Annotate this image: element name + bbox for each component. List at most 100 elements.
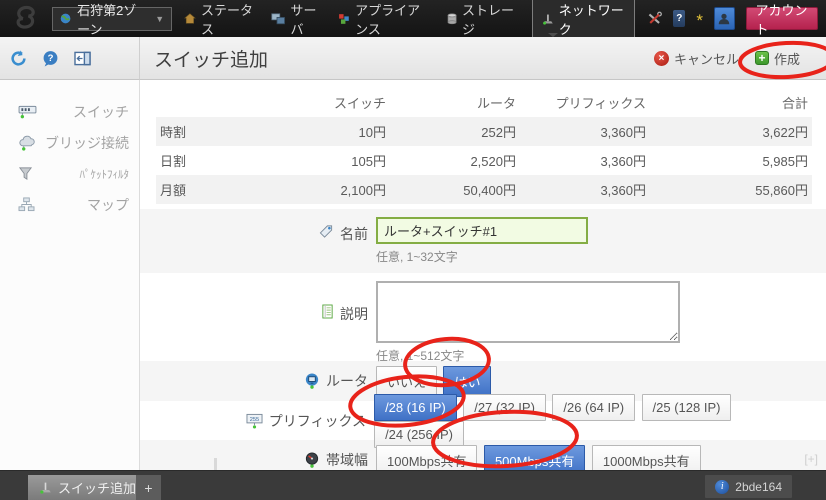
pricing-cell: 3,360円 [520, 117, 650, 146]
account-button[interactable]: アカウント [746, 7, 818, 30]
cancel-icon: × [654, 51, 669, 66]
home-icon [184, 12, 196, 25]
nav-appliance[interactable]: アプライアンス [338, 0, 432, 38]
pricing-col-header: ルータ [390, 88, 520, 117]
sidebar-item-bridge[interactable]: ブリッジ接続 [0, 127, 139, 158]
collapse-panel-icon[interactable] [74, 51, 91, 66]
sidebar-item-label: ﾊﾟｹｯﾄﾌｨﾙﾀ [80, 166, 130, 182]
prefix-option-24[interactable]: /24 (256 IP) [374, 421, 464, 448]
router-icon [304, 373, 320, 389]
router-option-no[interactable]: いいえ [376, 366, 437, 397]
nav-label: ネットワーク [559, 0, 625, 38]
tag-icon [318, 224, 334, 239]
refresh-icon[interactable] [10, 50, 27, 67]
chevron-down-icon: ▼ [155, 14, 164, 24]
name-label: 名前 [340, 224, 368, 244]
new-tab-button[interactable]: + [136, 475, 161, 500]
speedometer-icon [304, 452, 320, 468]
prefix-option-25[interactable]: /25 (128 IP) [642, 394, 732, 421]
pricing-cell: 252円 [390, 117, 520, 146]
router-label: ルータ [326, 371, 368, 391]
pricing-col-header: 合計 [650, 88, 812, 117]
name-input[interactable] [376, 217, 588, 244]
router-label-group: ルータ [140, 371, 368, 391]
description-label-group: 説明 [140, 273, 368, 361]
scrollbar-nub[interactable] [214, 458, 217, 470]
tools-icon[interactable] [647, 10, 662, 27]
pricing-cell: 10円 [266, 117, 390, 146]
bridge-cloud-icon [18, 135, 37, 151]
appliance-blocks-icon [338, 12, 350, 26]
account-label: アカウント [756, 0, 808, 38]
nav-label: サーバ [290, 0, 323, 38]
prefix-option-27[interactable]: /27 (32 IP) [463, 394, 546, 421]
sakura-cloud-logo[interactable] [8, 5, 40, 32]
network-antenna-icon [542, 12, 554, 26]
prefix-label-group: 255 プリフィックス [140, 411, 366, 431]
star-icon: * [696, 16, 703, 26]
taskbar-tab-label: スイッチ追加 [58, 478, 136, 497]
bandwidth-label-group: 帯域幅 [140, 450, 368, 470]
server-icon [271, 12, 285, 26]
form-row-name: 名前 任意, 1~32文字 [140, 209, 826, 273]
expand-label[interactable]: [+] [804, 452, 818, 466]
switch-icon [18, 104, 37, 119]
nav-status[interactable]: ステータス [184, 0, 256, 38]
sidebar-item-label: スイッチ [73, 102, 129, 122]
page-header: スイッチ追加 × キャンセル + 作成 [140, 37, 826, 80]
description-textarea[interactable] [376, 281, 680, 343]
header-actions: × キャンセル + 作成 [654, 49, 812, 68]
sakura-cloud-logo-icon [8, 5, 40, 32]
pricing-cell: 50,400円 [390, 175, 520, 204]
sitemap-icon [18, 197, 35, 212]
sidebar-item-switch[interactable]: スイッチ [0, 96, 139, 127]
build-info-badge[interactable]: i 2bde164 [705, 475, 792, 498]
sidebar-item-packet-filter[interactable]: ﾊﾟｹｯﾄﾌｨﾙﾀ [0, 158, 139, 189]
prefix-option-28[interactable]: /28 (16 IP) [374, 394, 457, 421]
info-icon: i [715, 480, 729, 494]
pricing-row-label: 月額 [156, 175, 266, 204]
cancel-glyph: × [659, 53, 665, 64]
sidebar-item-map[interactable]: マップ [0, 189, 139, 220]
description-hint: 任意, 1~512文字 [376, 347, 680, 364]
bottom-taskbar: スイッチ追加 + i 2bde164 [0, 470, 826, 500]
pricing-row-label: 時割 [156, 117, 266, 146]
prefix-screen-icon: 255 [246, 413, 263, 429]
pricing-header-row: スイッチ ルータ プリフィックス 合計 [156, 88, 812, 117]
sidebar: スイッチ ブリッジ接続 ﾊﾟｹｯﾄﾌｨﾙﾀ マップ [0, 80, 140, 470]
create-button[interactable]: + 作成 [755, 49, 800, 68]
pricing-cell: 2,520円 [390, 146, 520, 175]
person-icon [717, 12, 731, 26]
sidebar-toolbar: ? [0, 37, 140, 80]
filter-funnel-icon [18, 166, 33, 181]
pricing-row-daily: 日割 105円 2,520円 3,360円 5,985円 [156, 146, 812, 175]
help-glyph: ? [676, 13, 682, 24]
nav-storage[interactable]: ストレージ [447, 0, 517, 38]
cancel-label: キャンセル [674, 49, 739, 68]
main-content: スイッチ ルータ プリフィックス 合計 時割 10円 252円 3,360円 3… [140, 80, 826, 470]
user-button[interactable] [714, 7, 735, 30]
pricing-cell: 3,360円 [520, 146, 650, 175]
zone-label: 石狩第2ゾーン [77, 0, 149, 38]
zone-selector[interactable]: 石狩第2ゾーン ▼ [52, 7, 172, 31]
bandwidth-label: 帯域幅 [326, 450, 368, 470]
pricing-col-header: スイッチ [266, 88, 390, 117]
prefix-option-26[interactable]: /26 (64 IP) [552, 394, 635, 421]
pricing-row-hourly: 時割 10円 252円 3,360円 3,622円 [156, 117, 812, 146]
description-control: 任意, 1~512文字 [376, 273, 680, 361]
cancel-button[interactable]: × キャンセル [654, 49, 739, 68]
page-title: スイッチ追加 [154, 45, 268, 72]
nav-label: アプライアンス [355, 0, 432, 38]
pricing-cell: 3,622円 [650, 117, 812, 146]
name-hint: 任意, 1~32文字 [376, 248, 588, 265]
nav-server[interactable]: サーバ [271, 0, 323, 38]
create-label: 作成 [774, 49, 800, 68]
pricing-cell: 3,360円 [520, 175, 650, 204]
help-bubble-icon[interactable]: ? [42, 50, 59, 67]
taskbar-tab-switch-add[interactable]: スイッチ追加 [28, 475, 147, 500]
help-book-icon[interactable]: ? [673, 10, 685, 27]
router-option-yes[interactable]: はい [443, 366, 491, 397]
topbar-utilities: ? * アカウント [647, 7, 818, 30]
storage-disks-icon [447, 12, 457, 26]
globe-icon [60, 12, 71, 25]
